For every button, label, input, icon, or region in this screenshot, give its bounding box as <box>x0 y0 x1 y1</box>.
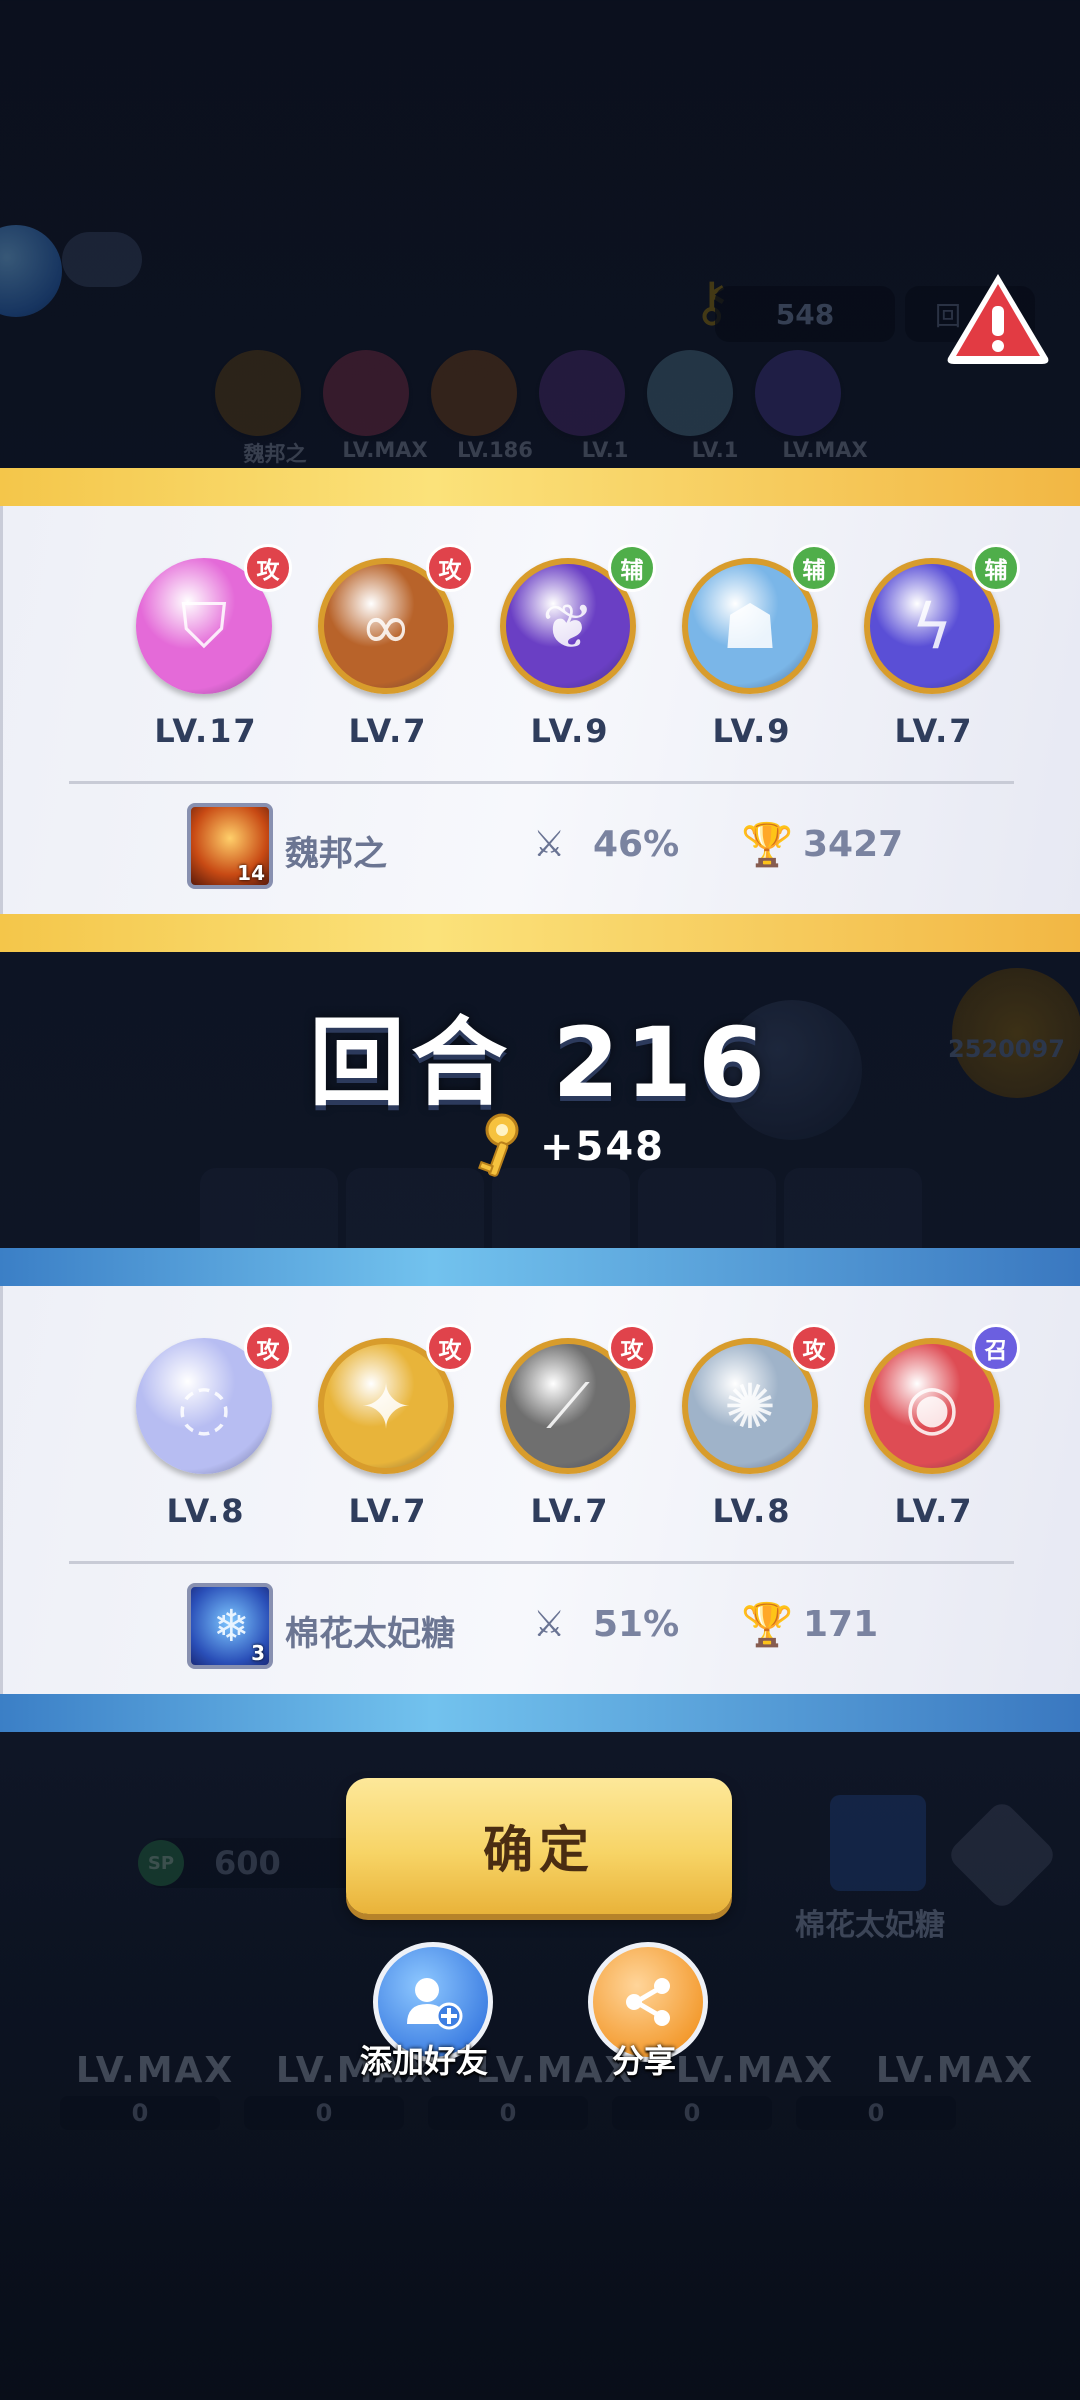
player2-panel-body: ◌ 攻 LV.8 ✦ 攻 LV.7 ⟋ 攻 LV.7 ✺ 攻 LV.8 ◉ 召 LV.7 ❄ 3 棉花太妃糖… <box>0 1286 1080 1694</box>
share-icon <box>626 1978 670 2026</box>
skill-slot[interactable]: ✦ 攻 LV.7 <box>297 1324 479 1530</box>
skill-orb-wrap: ⛉ 攻 <box>136 544 292 698</box>
skill-level: LV.7 <box>348 712 428 750</box>
player2-name: 棉花太妃糖 <box>285 1614 455 1654</box>
player2-avatar[interactable]: ❄ 3 <box>187 1583 273 1669</box>
skill-slot[interactable]: ϟ 辅 LV.7 <box>843 544 1025 750</box>
snowflake-icon: ❄ <box>213 1601 250 1652</box>
player2-win-rate: 51% <box>593 1604 680 1645</box>
skill-level: LV.7 <box>348 1492 428 1530</box>
skill-orb-wrap: ⟋ 攻 <box>500 1324 656 1478</box>
divider <box>69 1561 1014 1564</box>
player2-trophies: 171 <box>803 1604 879 1645</box>
skill-level: LV.7 <box>894 712 974 750</box>
figures-icon: ☗ <box>722 589 778 663</box>
skill-slot[interactable]: ☗ 辅 LV.9 <box>661 544 843 750</box>
bubbles-icon: ◌ <box>176 1369 232 1443</box>
player1-info-row: 14 魏邦之 ⚔ 46% 🏆 3427 <box>3 798 1080 894</box>
modal-overlay <box>0 0 1080 2400</box>
skill-type-badge: 攻 <box>608 1324 656 1372</box>
key-icon <box>478 1113 519 1177</box>
skill-slot[interactable]: ✺ 攻 LV.8 <box>661 1324 843 1530</box>
skill-level: LV.7 <box>894 1492 974 1530</box>
skill-slot[interactable]: ◌ 攻 LV.8 <box>115 1324 297 1530</box>
skill-type-badge: 攻 <box>426 1324 474 1372</box>
player1-trophies: 3427 <box>803 824 904 865</box>
player2-skill-list: ◌ 攻 LV.8 ✦ 攻 LV.7 ⟋ 攻 LV.7 ✺ 攻 LV.8 ◉ 召 LV.7 <box>115 1324 1025 1530</box>
round-key-reward: +548 <box>540 1124 666 1170</box>
skill-level: LV.9 <box>712 712 792 750</box>
confirm-button[interactable]: 确定 <box>346 1778 732 1914</box>
skill-type-badge: 攻 <box>790 1324 838 1372</box>
skill-slot[interactable]: ∞ 攻 LV.7 <box>297 544 479 750</box>
skill-orb-wrap: ◌ 攻 <box>136 1324 292 1478</box>
skill-orb-wrap: ✦ 攻 <box>318 1324 474 1478</box>
panel-bottom-band <box>0 1694 1080 1732</box>
round-title: 回合 216 <box>309 1007 771 1119</box>
skill-type-badge: 召 <box>972 1324 1020 1372</box>
skill-slot[interactable]: ⛉ 攻 LV.17 <box>115 544 297 750</box>
skill-orb-wrap: ✺ 攻 <box>682 1324 838 1478</box>
panel-bottom-band <box>0 914 1080 952</box>
infinity-icon: ∞ <box>360 589 412 663</box>
lightning-icon: ϟ <box>911 589 953 663</box>
alert-icon[interactable] <box>942 268 1054 368</box>
skill-orb-wrap: ☗ 辅 <box>682 544 838 698</box>
player1-win-rate: 46% <box>593 824 680 865</box>
skill-orb-wrap: ◉ 召 <box>864 1324 1020 1478</box>
player1-panel-body: ⛉ 攻 LV.17 ∞ 攻 LV.7 ❦ 辅 LV.9 ☗ 辅 LV.9 ϟ 辅 LV.7 14 魏邦之 ⚔… <box>0 506 1080 914</box>
crossed-swords-icon: ⚔ <box>533 1604 566 1645</box>
player1-avatar-level: 14 <box>237 861 265 885</box>
panel-top-band <box>0 468 1080 506</box>
skill-type-badge: 攻 <box>244 1324 292 1372</box>
player2-result-panel: ◌ 攻 LV.8 ✦ 攻 LV.7 ⟋ 攻 LV.7 ✺ 攻 LV.8 ◉ 召 LV.7 ❄ 3 棉花太妃糖… <box>0 1248 1080 1732</box>
cannon-icon: ◉ <box>904 1369 960 1443</box>
add-friend-icon <box>407 1978 463 2030</box>
player1-skill-list: ⛉ 攻 LV.17 ∞ 攻 LV.7 ❦ 辅 LV.9 ☗ 辅 LV.9 ϟ 辅 LV.7 <box>115 544 1025 750</box>
skill-type-badge: 攻 <box>426 544 474 592</box>
skill-level: LV.17 <box>154 712 258 750</box>
shuriken-icon: ✦ <box>360 1369 412 1443</box>
player2-avatar-level: 3 <box>251 1641 265 1665</box>
player1-name: 魏邦之 <box>285 834 387 874</box>
share-label[interactable]: 分享 <box>612 2036 676 2082</box>
skill-orb-wrap: ❦ 辅 <box>500 544 656 698</box>
skill-type-badge: 辅 <box>972 544 1020 592</box>
player1-result-panel: ⛉ 攻 LV.17 ∞ 攻 LV.7 ❦ 辅 LV.9 ☗ 辅 LV.9 ϟ 辅 LV.7 14 魏邦之 ⚔… <box>0 468 1080 952</box>
skill-slot[interactable]: ⟋ 攻 LV.7 <box>479 1324 661 1530</box>
fan-icon: ✺ <box>724 1369 776 1443</box>
scythe-icon: ⟋ <box>546 1369 590 1442</box>
player2-info-row: ❄ 3 棉花太妃糖 ⚔ 51% 🏆 171 <box>3 1578 1080 1674</box>
skill-level: LV.8 <box>712 1492 792 1530</box>
divider <box>69 781 1014 784</box>
skill-slot[interactable]: ❦ 辅 LV.9 <box>479 544 661 750</box>
crossed-swords-icon: ⚔ <box>533 824 566 865</box>
panel-top-band <box>0 1248 1080 1286</box>
sprout-icon: ❦ <box>542 589 594 663</box>
skill-level: LV.9 <box>530 712 610 750</box>
add-friend-label[interactable]: 添加好友 <box>360 2036 488 2082</box>
skill-type-badge: 辅 <box>608 544 656 592</box>
skill-orb-wrap: ϟ辅 <box>864 544 1020 698</box>
skill-orb-wrap: ∞ 攻 <box>318 544 474 698</box>
shield-icon: ⛉ <box>180 589 228 662</box>
skill-type-badge: 攻 <box>244 544 292 592</box>
player1-avatar[interactable]: 14 <box>187 803 273 889</box>
skill-level: LV.7 <box>530 1492 610 1530</box>
trophy-icon: 🏆 <box>741 1600 794 1649</box>
skill-type-badge: 辅 <box>790 544 838 592</box>
skill-level: LV.8 <box>166 1492 246 1530</box>
skill-slot[interactable]: ◉ 召 LV.7 <box>843 1324 1025 1530</box>
trophy-icon: 🏆 <box>741 820 794 869</box>
